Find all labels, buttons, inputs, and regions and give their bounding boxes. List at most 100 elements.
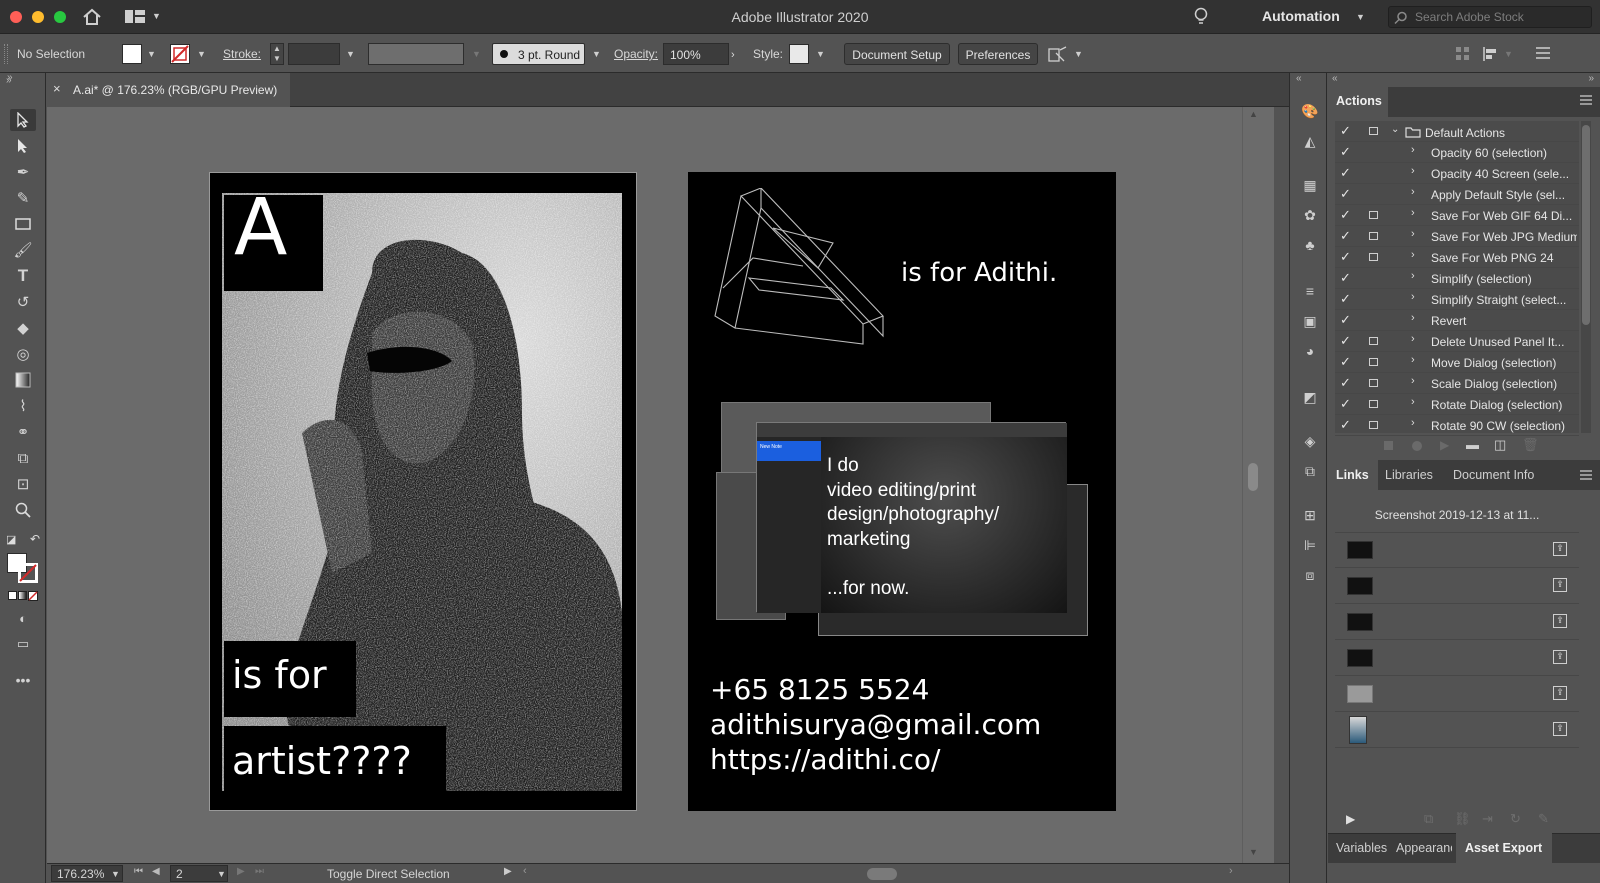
big-letter-a[interactable]: A <box>234 183 287 273</box>
collapse-panels-icon[interactable]: « <box>1296 73 1302 84</box>
chevron-right-icon[interactable]: › <box>1411 417 1415 429</box>
screen-mode-icon[interactable]: ▭ <box>10 633 36 655</box>
align-left-icon[interactable] <box>1482 46 1498 62</box>
document-tab[interactable]: × A.ai* @ 176.23% (RGB/GPU Preview) <box>47 73 290 107</box>
toggle-check-icon[interactable]: ✓ <box>1340 207 1351 223</box>
embed-icon[interactable]: ⇪ <box>1553 578 1567 592</box>
swatches-icon[interactable]: ▦ <box>1300 177 1320 195</box>
graphic-style-swatch[interactable] <box>789 44 809 64</box>
toggle-check-icon[interactable]: ✓ <box>1340 354 1351 370</box>
action-row[interactable]: ✓ › Save For Web GIF 64 Di... <box>1335 205 1579 226</box>
chevron-down-icon[interactable]: ⌄ <box>1391 124 1399 135</box>
chevron-down-icon[interactable]: ▼ <box>346 49 355 59</box>
gradient-panel-icon[interactable]: ▣ <box>1300 313 1320 331</box>
pen-tool-icon[interactable]: ✒ <box>10 161 36 183</box>
action-row[interactable]: ✓ › Opacity 60 (selection) <box>1335 142 1579 163</box>
dialog-toggle-icon[interactable] <box>1369 379 1378 387</box>
new-action-icon[interactable]: ◫ <box>1494 437 1506 453</box>
gradient-mode-icon[interactable] <box>18 591 27 600</box>
stop-recording-icon[interactable] <box>1384 441 1393 450</box>
toggle-check-icon[interactable]: ✓ <box>1340 417 1351 433</box>
relink-icon[interactable]: ⛓ <box>1454 811 1471 827</box>
rotate-tool-icon[interactable]: ↺ <box>10 291 36 313</box>
toggle-check-icon[interactable]: ✓ <box>1340 144 1351 160</box>
fill-swatch[interactable] <box>122 44 142 64</box>
tab-variables[interactable]: Variables <box>1336 841 1387 855</box>
none-mode-icon[interactable] <box>28 591 38 601</box>
chevron-down-icon[interactable]: ▼ <box>1356 12 1365 22</box>
chevron-down-icon[interactable]: ▼ <box>217 869 226 879</box>
dialog-toggle-icon[interactable] <box>1369 421 1378 429</box>
chevron-down-icon[interactable]: ▼ <box>147 49 156 59</box>
chevron-down-icon[interactable]: ▼ <box>592 49 601 59</box>
collapse-dock-icon[interactable]: « <box>1332 73 1338 84</box>
toggle-check-icon[interactable]: ✓ <box>1340 123 1351 139</box>
next-artboard-icon[interactable]: ▶ <box>237 866 245 877</box>
opacity-label[interactable]: Opacity: <box>614 47 658 61</box>
cc-library-link-icon[interactable]: ⧉ <box>1424 811 1433 827</box>
color-mode-icon[interactable] <box>8 591 17 600</box>
link-row[interactable]: ⇪ <box>1335 533 1579 568</box>
close-tab-icon[interactable]: × <box>53 81 61 96</box>
contact-url[interactable]: https://adithi.co/ <box>710 742 1041 777</box>
headline-is-for-adithi[interactable]: is for Adithi. <box>901 258 1057 288</box>
color-guide-icon[interactable]: 🎨 <box>1300 103 1320 121</box>
action-row[interactable]: ✓ › Opacity 40 Screen (sele... <box>1335 163 1579 184</box>
type-tool-icon[interactable]: T <box>10 265 36 287</box>
action-row[interactable]: ✓ › Delete Unused Panel It... <box>1335 331 1579 352</box>
scroll-thumb[interactable] <box>1248 463 1258 491</box>
chevron-right-icon[interactable]: › <box>731 49 735 61</box>
dialog-toggle-icon[interactable] <box>1369 127 1378 135</box>
go-to-link-icon[interactable]: ⇥ <box>1482 811 1493 827</box>
horizontal-scroll-thumb[interactable] <box>867 868 897 880</box>
action-row[interactable]: ✓ › Simplify (selection) <box>1335 268 1579 289</box>
dialog-toggle-icon[interactable] <box>1369 253 1378 261</box>
chevron-down-icon[interactable]: ▼ <box>1074 49 1083 59</box>
variable-width-profile[interactable] <box>368 43 464 65</box>
shape-builder-tool-icon[interactable]: ⧉ <box>10 447 36 469</box>
toggle-check-icon[interactable]: ✓ <box>1340 396 1351 412</box>
chevron-right-icon[interactable]: › <box>1411 396 1415 408</box>
toggle-check-icon[interactable]: ✓ <box>1340 312 1351 328</box>
selection-tool-icon[interactable] <box>10 109 36 131</box>
action-row[interactable]: ✓ › Apply Default Style (sel... <box>1335 184 1579 205</box>
action-row[interactable]: ✓ › Rotate Dialog (selection) <box>1335 394 1579 415</box>
embed-icon[interactable]: ⇪ <box>1553 686 1567 700</box>
align-grid-icon[interactable] <box>1456 47 1470 61</box>
wireframe-letter-a[interactable] <box>713 188 893 353</box>
last-artboard-icon[interactable]: ⏭ <box>255 866 264 877</box>
action-set-row[interactable]: ✓ ⌄ Default Actions <box>1335 121 1579 142</box>
transparency-icon[interactable]: ◕ <box>1300 343 1320 361</box>
chevron-down-icon[interactable]: ▼ <box>197 49 206 59</box>
toggle-check-icon[interactable]: ✓ <box>1340 165 1351 181</box>
blend-tool-icon[interactable]: ⚭ <box>10 421 36 443</box>
chevron-right-icon[interactable]: › <box>1411 144 1415 156</box>
stroke-panel-icon[interactable]: ≡ <box>1300 283 1320 301</box>
stroke-weight-input[interactable] <box>288 43 340 65</box>
transform-icon[interactable]: ⊞ <box>1300 507 1320 525</box>
lasso-select-tool-icon[interactable]: ◎ <box>10 343 36 365</box>
chevron-right-icon[interactable]: › <box>1411 354 1415 366</box>
canvas[interactable]: ▲ ▼ A is for artist???? is for Adithi. N… <box>47 107 1274 863</box>
action-row[interactable]: ✓ › Save For Web JPG Medium <box>1335 226 1579 247</box>
eyedropper-tool-icon[interactable]: ⌇ <box>10 395 36 417</box>
panel-menu-icon[interactable] <box>1580 95 1592 105</box>
embed-icon[interactable]: ⇪ <box>1553 542 1567 556</box>
panel-menu-icon[interactable] <box>1536 47 1550 59</box>
link-row[interactable]: ⇪ <box>1335 641 1579 676</box>
status-menu-arrow-icon[interactable]: ▶ <box>504 866 512 877</box>
artboard-left[interactable]: A is for artist???? <box>209 172 637 811</box>
action-row[interactable]: ✓ › Save For Web PNG 24 <box>1335 247 1579 268</box>
brushes-icon[interactable]: ✿ <box>1300 207 1320 225</box>
toggle-check-icon[interactable]: ✓ <box>1340 228 1351 244</box>
scroll-left-icon[interactable]: ‹ <box>523 865 527 877</box>
link-row[interactable]: ⇪ <box>1335 605 1579 640</box>
document-setup-button[interactable]: Document Setup <box>844 43 950 65</box>
toggle-check-icon[interactable]: ✓ <box>1340 291 1351 307</box>
tab-document-info[interactable]: Document Info <box>1453 468 1534 482</box>
chevron-right-icon[interactable]: › <box>1411 333 1415 345</box>
action-row[interactable]: ✓ › Revert <box>1335 310 1579 331</box>
expand-dock-icon[interactable]: » <box>1588 73 1594 84</box>
workspace-menu[interactable]: Automation <box>1262 8 1340 24</box>
layers-icon[interactable]: ◈ <box>1300 433 1320 451</box>
